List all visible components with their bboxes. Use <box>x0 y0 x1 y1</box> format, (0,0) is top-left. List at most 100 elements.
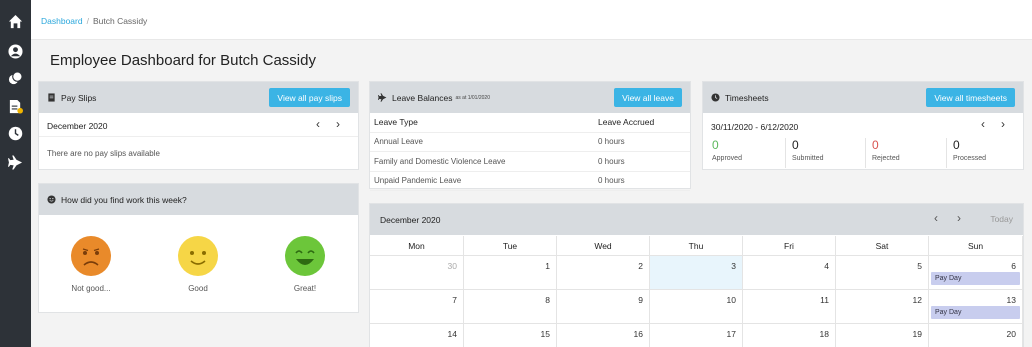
payslips-next-icon[interactable]: › <box>336 117 340 131</box>
payslips-month-row: December 2020 ‹ › <box>39 113 358 137</box>
day-number: 10 <box>726 295 736 305</box>
calendar-header: December 2020 ‹ › Today <box>370 204 1023 235</box>
calendar-day[interactable]: 10 <box>650 290 743 324</box>
rejected-count: 0 <box>872 138 879 152</box>
calendar-day[interactable]: 11 <box>743 290 836 324</box>
view-all-payslips-button[interactable]: View all pay slips <box>269 88 350 107</box>
table-row: Unpaid Pandemic Leave 0 hours <box>370 171 690 191</box>
day-number: 9 <box>638 295 643 305</box>
calendar-day[interactable]: 19 <box>836 324 929 347</box>
timesheets-period-row: 30/11/2020 - 6/12/2020 ‹ › <box>703 113 1023 137</box>
day-number: 11 <box>820 295 829 305</box>
day-number: 6 <box>1011 261 1016 271</box>
calendar-day[interactable]: 7 <box>370 290 464 324</box>
not-good-face-icon[interactable] <box>71 236 111 276</box>
great-label: Great! <box>293 284 317 293</box>
weekday-mon: Mon <box>370 236 464 256</box>
plane-small-icon <box>378 93 387 102</box>
calendar-panel: December 2020 ‹ › Today Mon Tue Wed Thu … <box>369 203 1024 347</box>
feedback-header: How did you find work this week? <box>39 184 358 215</box>
view-all-timesheets-button[interactable]: View all timesheets <box>926 88 1015 107</box>
sidebar <box>0 0 31 347</box>
calendar-day[interactable]: 2 <box>557 256 650 290</box>
leave-header: Leave Balances as at 1/01/2020 View all … <box>370 82 690 113</box>
payslips-header: Pay Slips View all pay slips <box>39 82 358 113</box>
day-number: 18 <box>819 329 829 339</box>
calendar-prev-icon[interactable]: ‹ <box>934 211 938 225</box>
calendar-day[interactable]: 17 <box>650 324 743 347</box>
calendar-day[interactable]: 6 Pay Day <box>929 256 1023 290</box>
good-face-icon[interactable] <box>178 236 218 276</box>
timesheets-header: Timesheets View all timesheets <box>703 82 1023 113</box>
calendar-day-today[interactable]: 3 <box>650 256 743 290</box>
good-label: Good <box>188 284 208 293</box>
plane-icon[interactable] <box>6 153 24 171</box>
calendar-day[interactable]: 14 <box>370 324 464 347</box>
day-number: 13 <box>1006 295 1016 305</box>
not-good-label: Not good... <box>71 284 111 293</box>
great-face-icon[interactable] <box>285 236 325 276</box>
day-number: 20 <box>1006 329 1016 339</box>
calendar-day[interactable]: 30 <box>370 256 464 290</box>
calendar-week-row: 14 15 16 17 18 19 20 <box>370 324 1023 347</box>
leave-type-cell: Family and Domestic Violence Leave <box>370 151 594 172</box>
calendar-week-row: 30 1 2 3 4 5 6 Pay Day <box>370 256 1023 290</box>
calendar-day[interactable]: 15 <box>464 324 557 347</box>
timesheets-prev-icon[interactable]: ‹ <box>981 117 985 131</box>
timesheets-next-icon[interactable]: › <box>1001 117 1005 131</box>
calendar-day[interactable]: 13 Pay Day <box>929 290 1023 324</box>
day-number: 17 <box>726 329 736 339</box>
rejected-label: Rejected <box>872 155 900 162</box>
document-icon[interactable] <box>6 97 24 115</box>
approved-count: 0 <box>712 138 719 152</box>
timesheets-period: 30/11/2020 - 6/12/2020 <box>711 122 799 132</box>
calendar-day[interactable]: 8 <box>464 290 557 324</box>
leave-accrued-cell: 0 hours <box>594 171 690 191</box>
day-number: 7 <box>452 295 457 305</box>
day-number: 19 <box>912 329 922 339</box>
calendar-day[interactable]: 16 <box>557 324 650 347</box>
processed-label: Processed <box>953 155 987 162</box>
view-all-leave-button[interactable]: View all leave <box>614 88 682 107</box>
calendar-day[interactable]: 18 <box>743 324 836 347</box>
leave-type-header: Leave Type <box>370 113 594 133</box>
day-number: 15 <box>540 329 550 339</box>
payslips-title: Pay Slips <box>61 92 97 103</box>
day-number: 2 <box>638 261 643 271</box>
approved-label: Approved <box>712 155 742 162</box>
calendar-day[interactable]: 20 <box>929 324 1023 347</box>
submitted-label: Submitted <box>792 155 824 162</box>
coins-icon[interactable] <box>6 69 24 87</box>
payslip-icon <box>48 93 55 102</box>
top-bar: Dashboard / Butch Cassidy <box>31 0 1032 40</box>
leave-title: Leave Balances <box>392 92 453 103</box>
weekday-sat: Sat <box>836 236 929 256</box>
calendar-day[interactable]: 4 <box>743 256 836 290</box>
calendar-weekday-row: Mon Tue Wed Thu Fri Sat Sun <box>370 236 1023 256</box>
leave-accrued-header: Leave Accrued <box>594 113 690 133</box>
payslips-empty-message: There are no pay slips available <box>47 149 160 158</box>
calendar-day[interactable]: 12 <box>836 290 929 324</box>
calendar-day[interactable]: 5 <box>836 256 929 290</box>
weekday-sun: Sun <box>929 236 1023 256</box>
day-number: 1 <box>545 261 550 271</box>
calendar-next-icon[interactable]: › <box>957 211 961 225</box>
clock-icon[interactable] <box>6 124 24 142</box>
pay-day-event[interactable]: Pay Day <box>931 272 1020 285</box>
user-icon[interactable] <box>6 42 24 60</box>
payslips-prev-icon[interactable]: ‹ <box>316 117 320 131</box>
breadcrumb-dashboard-link[interactable]: Dashboard <box>41 16 83 26</box>
calendar-day[interactable]: 9 <box>557 290 650 324</box>
calendar-today-button[interactable]: Today <box>990 214 1013 224</box>
calendar-week-row: 7 8 9 10 11 12 13 Pay Day <box>370 290 1023 324</box>
calendar-day[interactable]: 1 <box>464 256 557 290</box>
pay-day-event[interactable]: Pay Day <box>931 306 1020 319</box>
weekday-wed: Wed <box>557 236 650 256</box>
day-number: 4 <box>824 261 829 271</box>
feedback-panel: How did you find work this week? Not goo… <box>38 183 359 313</box>
home-icon[interactable] <box>6 12 24 30</box>
payslips-month: December 2020 <box>47 121 108 131</box>
leave-accrued-cell: 0 hours <box>594 151 690 172</box>
leave-table-header: Leave Type Leave Accrued <box>370 113 690 133</box>
feedback-title: How did you find work this week? <box>61 194 187 205</box>
